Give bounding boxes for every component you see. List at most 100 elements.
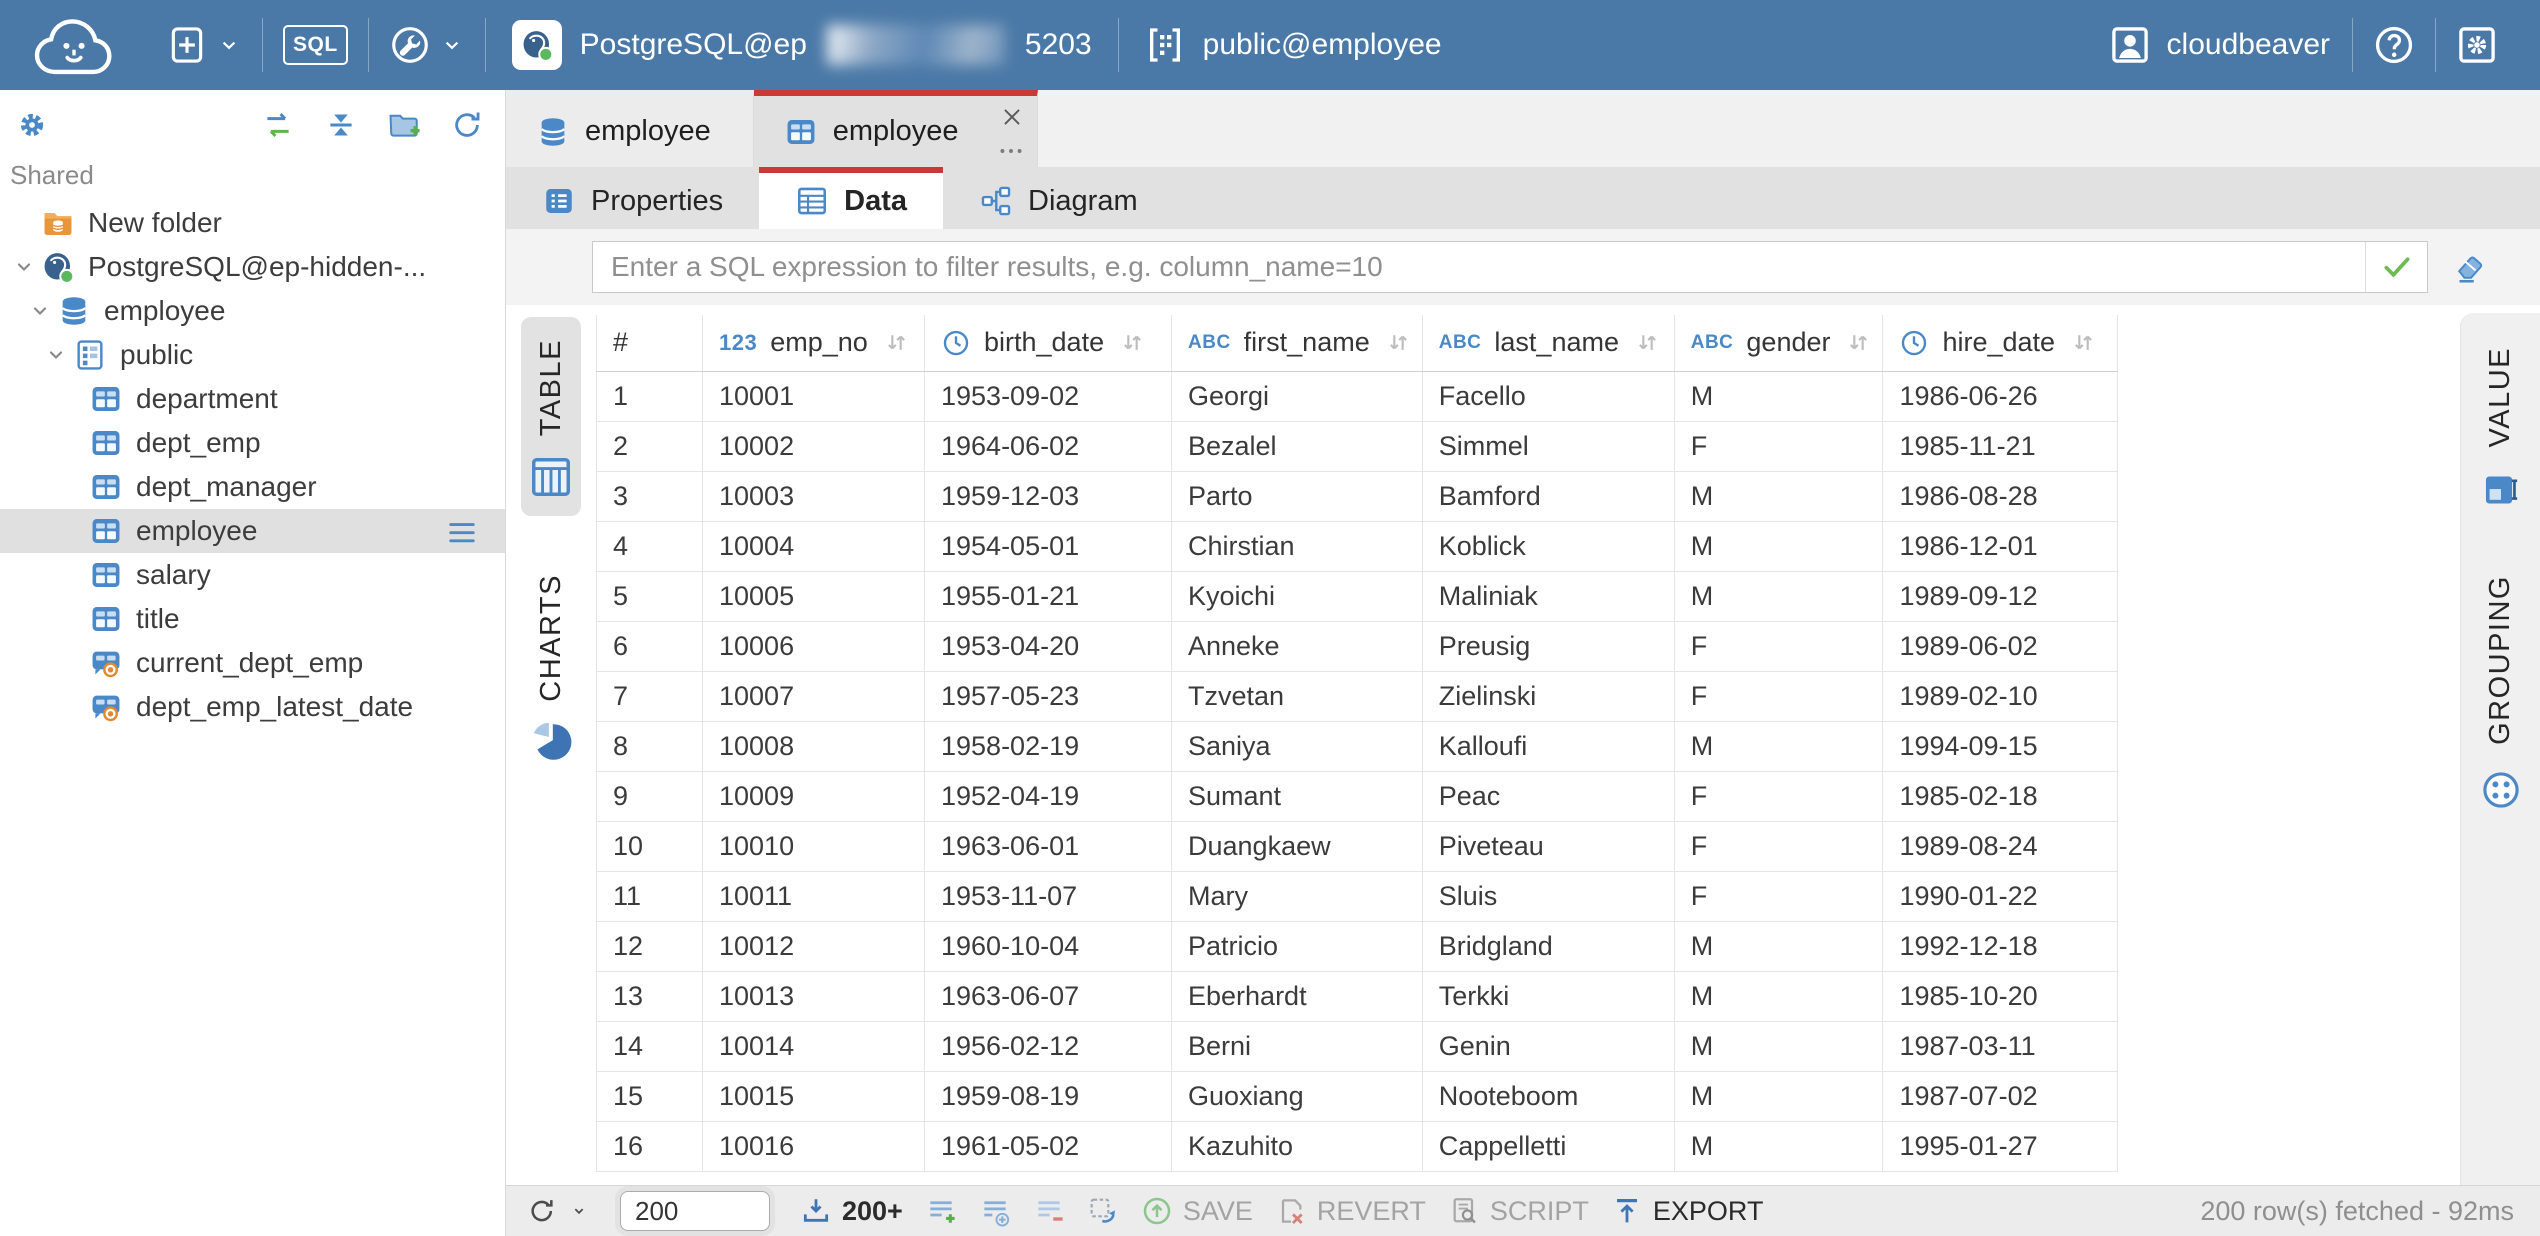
tree-item-salary[interactable]: salary xyxy=(0,553,505,597)
data-cell[interactable]: F xyxy=(1674,421,1883,471)
tree-item-postgresql-ep-hidden[interactable]: PostgreSQL@ep-hidden-... xyxy=(0,245,505,289)
data-cell[interactable]: 1955-01-21 xyxy=(925,571,1172,621)
data-cell[interactable]: 10004 xyxy=(703,521,925,571)
data-cell[interactable]: 1992-12-18 xyxy=(1883,921,2118,971)
refresh-tree-button[interactable] xyxy=(449,108,485,142)
data-cell[interactable]: 1959-08-19 xyxy=(925,1071,1172,1121)
data-cell[interactable]: F xyxy=(1674,771,1883,821)
tab-data[interactable]: Data xyxy=(759,167,943,229)
tab-diagram[interactable]: Diagram xyxy=(943,167,1174,229)
data-cell[interactable]: Eberhardt xyxy=(1172,971,1423,1021)
row-number-cell[interactable]: 2 xyxy=(597,421,703,471)
data-cell[interactable]: 1963-06-07 xyxy=(925,971,1172,1021)
data-cell[interactable]: Patricio xyxy=(1172,921,1423,971)
row-number-cell[interactable]: 16 xyxy=(597,1121,703,1171)
data-cell[interactable]: 1989-06-02 xyxy=(1883,621,2118,671)
column-header-first-name[interactable]: ABCfirst_name xyxy=(1172,315,1423,371)
data-cell[interactable]: 1987-07-02 xyxy=(1883,1071,2118,1121)
tree-item-employee[interactable]: employee xyxy=(0,289,505,333)
data-cell[interactable]: 10002 xyxy=(703,421,925,471)
export-button[interactable]: EXPORT xyxy=(1611,1195,1764,1227)
data-cell[interactable]: 1989-08-24 xyxy=(1883,821,2118,871)
chevron-down-icon[interactable] xyxy=(24,299,56,323)
tree-item-public[interactable]: public xyxy=(0,333,505,377)
revert-button[interactable]: REVERT xyxy=(1275,1195,1426,1227)
data-cell[interactable]: 1985-02-18 xyxy=(1883,771,2118,821)
data-cell[interactable]: M xyxy=(1674,1071,1883,1121)
data-cell[interactable]: Kalloufi xyxy=(1422,721,1674,771)
data-cell[interactable]: 1985-11-21 xyxy=(1883,421,2118,471)
row-number-cell[interactable]: 10 xyxy=(597,821,703,871)
data-cell[interactable]: Peac xyxy=(1422,771,1674,821)
data-cell[interactable]: Guoxiang xyxy=(1172,1071,1423,1121)
add-row-button[interactable] xyxy=(925,1195,957,1227)
data-cell[interactable]: F xyxy=(1674,821,1883,871)
data-cell[interactable]: 1956-02-12 xyxy=(925,1021,1172,1071)
row-number-cell[interactable]: 13 xyxy=(597,971,703,1021)
row-number-cell[interactable]: 15 xyxy=(597,1071,703,1121)
sort-icon[interactable] xyxy=(1845,328,1872,357)
data-cell[interactable]: Duangkaew xyxy=(1172,821,1423,871)
column-header-gender[interactable]: ABCgender xyxy=(1674,315,1883,371)
data-cell[interactable]: Maliniak xyxy=(1422,571,1674,621)
schema-selector[interactable]: public@employee xyxy=(1119,25,1468,65)
data-cell[interactable]: 1986-08-28 xyxy=(1883,471,2118,521)
data-cell[interactable]: Anneke xyxy=(1172,621,1423,671)
sync-connection-button[interactable] xyxy=(259,108,297,142)
column-header-[interactable]: # xyxy=(597,315,703,371)
tree-item-dept-emp-latest-date[interactable]: dept_emp_latest_date xyxy=(0,685,505,729)
cloudbeaver-logo-icon[interactable] xyxy=(26,8,122,82)
data-cell[interactable]: 1994-09-15 xyxy=(1883,721,2118,771)
data-cell[interactable]: F xyxy=(1674,621,1883,671)
data-cell[interactable]: M xyxy=(1674,971,1883,1021)
data-cell[interactable]: 10014 xyxy=(703,1021,925,1071)
data-cell[interactable]: 1953-04-20 xyxy=(925,621,1172,671)
data-cell[interactable]: M xyxy=(1674,471,1883,521)
sort-icon[interactable] xyxy=(2070,328,2097,357)
data-cell[interactable]: Nooteboom xyxy=(1422,1071,1674,1121)
data-cell[interactable]: 10013 xyxy=(703,971,925,1021)
tree-item-dept-emp[interactable]: dept_emp xyxy=(0,421,505,465)
data-cell[interactable]: Simmel xyxy=(1422,421,1674,471)
sort-icon[interactable] xyxy=(1634,328,1661,357)
data-cell[interactable]: Sumant xyxy=(1172,771,1423,821)
data-cell[interactable]: 1954-05-01 xyxy=(925,521,1172,571)
data-cell[interactable]: 1995-01-27 xyxy=(1883,1121,2118,1171)
data-cell[interactable]: Terkki xyxy=(1422,971,1674,1021)
new-folder-button[interactable] xyxy=(385,108,423,142)
data-cell[interactable]: 1952-04-19 xyxy=(925,771,1172,821)
collapse-all-button[interactable] xyxy=(323,108,359,142)
row-number-cell[interactable]: 4 xyxy=(597,521,703,571)
panel-toggle-value[interactable]: VALUE xyxy=(2481,347,2521,509)
column-header-emp-no[interactable]: 123emp_no xyxy=(703,315,925,371)
tree-item-dept-manager[interactable]: dept_manager xyxy=(0,465,505,509)
data-cell[interactable]: 1960-10-04 xyxy=(925,921,1172,971)
tree-item-department[interactable]: department xyxy=(0,377,505,421)
presentation-tab-table[interactable]: TABLE xyxy=(521,317,581,516)
data-cell[interactable]: Mary xyxy=(1172,871,1423,921)
data-cell[interactable]: 1986-06-26 xyxy=(1883,371,2118,421)
data-cell[interactable]: 1986-12-01 xyxy=(1883,521,2118,571)
data-cell[interactable]: M xyxy=(1674,521,1883,571)
data-cell[interactable]: Georgi xyxy=(1172,371,1423,421)
row-number-cell[interactable]: 9 xyxy=(597,771,703,821)
data-cell[interactable]: F xyxy=(1674,871,1883,921)
data-cell[interactable]: Genin xyxy=(1422,1021,1674,1071)
settings-button[interactable] xyxy=(2436,0,2518,90)
data-cell[interactable]: 10001 xyxy=(703,371,925,421)
data-cell[interactable]: 1961-05-02 xyxy=(925,1121,1172,1171)
tree-item-new-folder[interactable]: New folder xyxy=(0,201,505,245)
data-cell[interactable]: M xyxy=(1674,721,1883,771)
data-cell[interactable]: 10007 xyxy=(703,671,925,721)
data-cell[interactable]: 10008 xyxy=(703,721,925,771)
data-cell[interactable]: 10009 xyxy=(703,771,925,821)
sql-filter-input[interactable] xyxy=(592,241,2428,293)
presentation-tab-charts[interactable]: CHARTS xyxy=(522,552,580,780)
data-cell[interactable]: M xyxy=(1674,1021,1883,1071)
data-cell[interactable]: Piveteau xyxy=(1422,821,1674,871)
tools-button[interactable] xyxy=(369,0,485,90)
data-cell[interactable]: Cappelletti xyxy=(1422,1121,1674,1171)
data-cell[interactable]: Tzvetan xyxy=(1172,671,1423,721)
data-cell[interactable]: 1963-06-01 xyxy=(925,821,1172,871)
row-menu-icon[interactable] xyxy=(443,517,481,547)
